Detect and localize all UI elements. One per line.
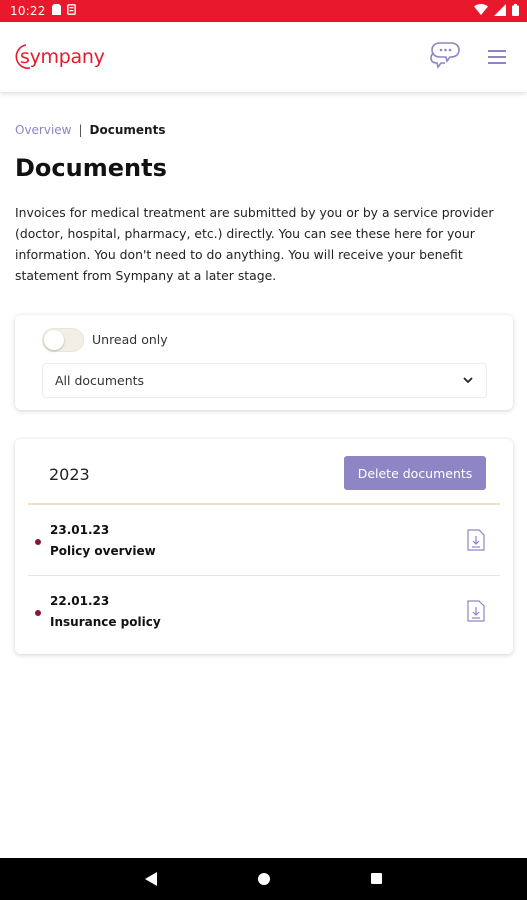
intro-text: Invoices for medical treatment are submi… xyxy=(15,205,494,283)
system-navigation-bar xyxy=(0,858,527,900)
wifi-icon xyxy=(474,4,488,18)
chevron-down-icon xyxy=(463,377,473,384)
filter-card: Unread only All documents xyxy=(15,315,513,410)
unread-only-label: Unread only xyxy=(92,332,168,347)
hamburger-menu-icon xyxy=(488,50,506,64)
year-heading: 2023 xyxy=(49,465,90,484)
document-row[interactable]: 23.01.23 Policy overview xyxy=(28,505,500,576)
document-date: 23.01.23 xyxy=(50,523,110,537)
download-document-icon[interactable] xyxy=(467,600,485,622)
breadcrumb: Overview | Documents xyxy=(15,123,165,137)
document-type-value: All documents xyxy=(55,373,145,388)
logo-text: sympany xyxy=(20,46,105,68)
recent-apps-icon[interactable] xyxy=(371,873,382,884)
breadcrumb-separator: | xyxy=(78,123,83,137)
signal-icon xyxy=(494,3,506,19)
battery-icon xyxy=(512,3,519,19)
document-date: 22.01.23 xyxy=(50,594,110,608)
sympany-logo[interactable]: sympany xyxy=(14,42,105,72)
menu-button[interactable] xyxy=(486,48,508,66)
breadcrumb-current: Documents xyxy=(89,123,166,137)
unread-only-toggle[interactable] xyxy=(42,328,84,352)
back-icon[interactable] xyxy=(145,872,157,886)
document-type-select[interactable]: All documents xyxy=(42,363,487,398)
unread-indicator xyxy=(35,539,41,545)
document-title: Policy overview xyxy=(50,544,156,558)
documents-card: 2023 Delete documents 23.01.23 Policy ov… xyxy=(15,439,513,654)
chat-bubbles-icon xyxy=(430,42,460,69)
toggle-knob xyxy=(44,330,64,350)
unread-indicator xyxy=(35,610,41,616)
sim-card-icon xyxy=(51,4,61,18)
document-row[interactable]: 22.01.23 Insurance policy xyxy=(28,576,500,646)
status-time: 10:22 xyxy=(10,4,46,18)
breadcrumb-overview-link[interactable]: Overview xyxy=(15,123,72,137)
chat-button[interactable] xyxy=(430,41,462,69)
app-header: sympany xyxy=(0,22,527,92)
status-bar: 10:22 xyxy=(0,0,527,22)
delete-documents-button[interactable]: Delete documents xyxy=(344,456,486,490)
home-icon[interactable] xyxy=(258,873,270,885)
document-title: Insurance policy xyxy=(50,615,161,629)
download-document-icon[interactable] xyxy=(467,529,485,551)
storage-icon xyxy=(66,4,76,18)
page-title: Documents xyxy=(15,154,167,182)
